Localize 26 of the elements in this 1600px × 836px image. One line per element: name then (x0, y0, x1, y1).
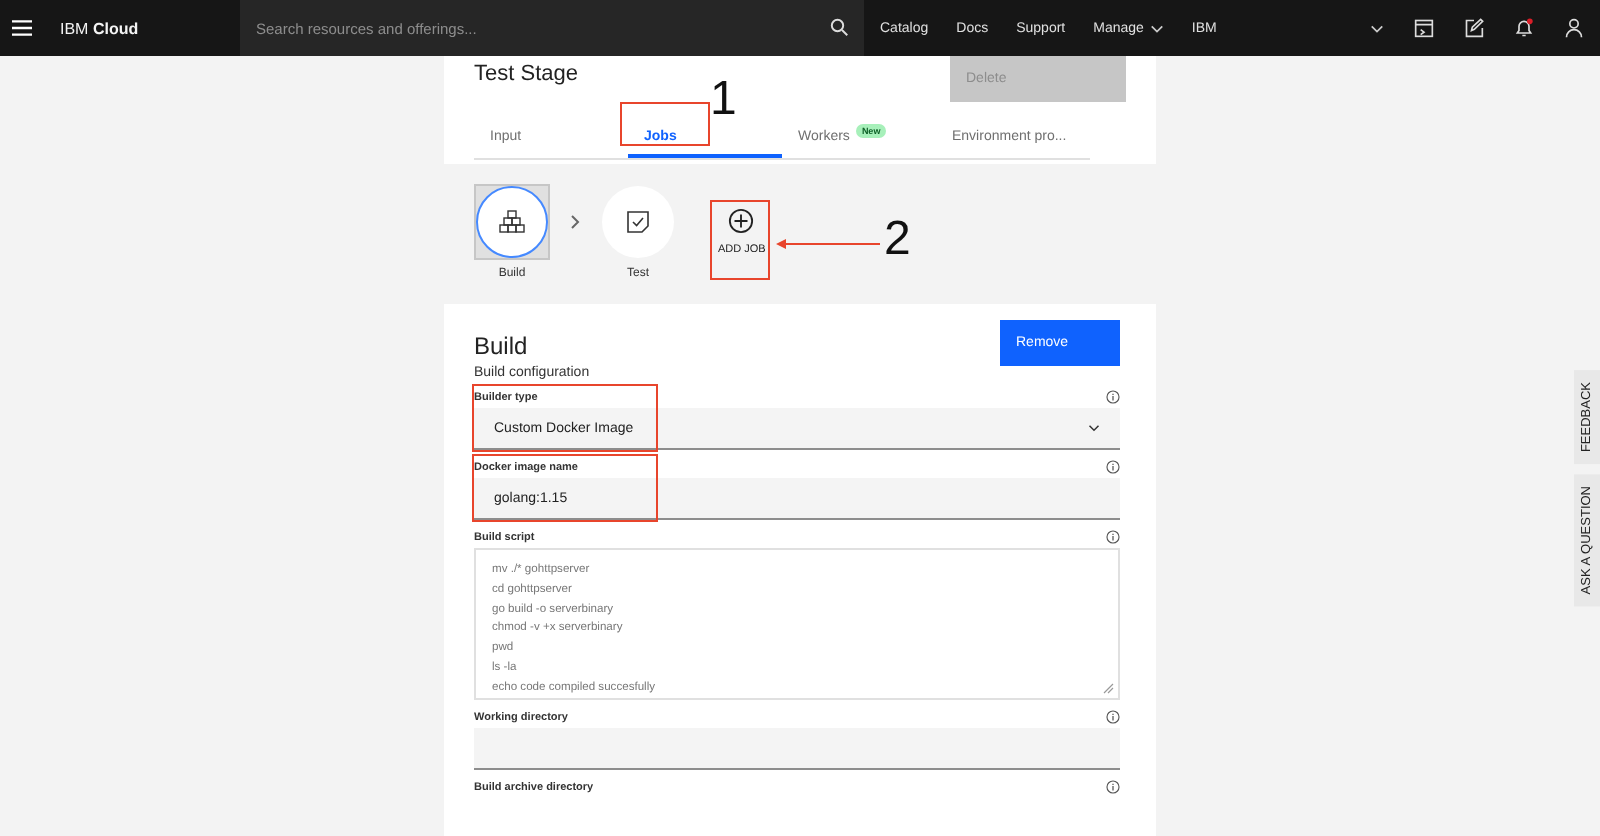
chevron-down-icon (1088, 424, 1100, 432)
brand-logo[interactable]: IBM Cloud (60, 19, 240, 37)
plus-icon (728, 208, 755, 234)
info-icon[interactable] (1106, 710, 1120, 724)
edit-icon[interactable] (1464, 18, 1484, 38)
job-title: Build (474, 332, 528, 360)
chevron-right-icon (570, 214, 580, 230)
checklist-icon (624, 210, 652, 234)
blocks-icon (498, 210, 526, 234)
input-field[interactable] (474, 728, 1120, 770)
menu-icon[interactable] (12, 18, 32, 38)
info-icon[interactable] (1106, 390, 1120, 404)
info-icon[interactable] (1106, 780, 1120, 794)
chevron-down-icon[interactable] (1370, 23, 1384, 33)
job-node[interactable] (474, 184, 550, 260)
stage-title: Test Stage (474, 62, 578, 90)
annotation-number: 2 (884, 216, 911, 264)
search-icon[interactable] (830, 18, 848, 36)
caret-icon (1149, 23, 1164, 33)
info-icon[interactable] (1106, 460, 1120, 474)
info-icon[interactable] (1106, 530, 1120, 544)
resize-handle-icon[interactable] (1102, 682, 1114, 694)
user-icon[interactable] (1564, 18, 1584, 38)
notification-icon[interactable] (1514, 18, 1534, 38)
annotation-arrow (776, 238, 880, 250)
annotation-number: 1 (710, 76, 737, 124)
